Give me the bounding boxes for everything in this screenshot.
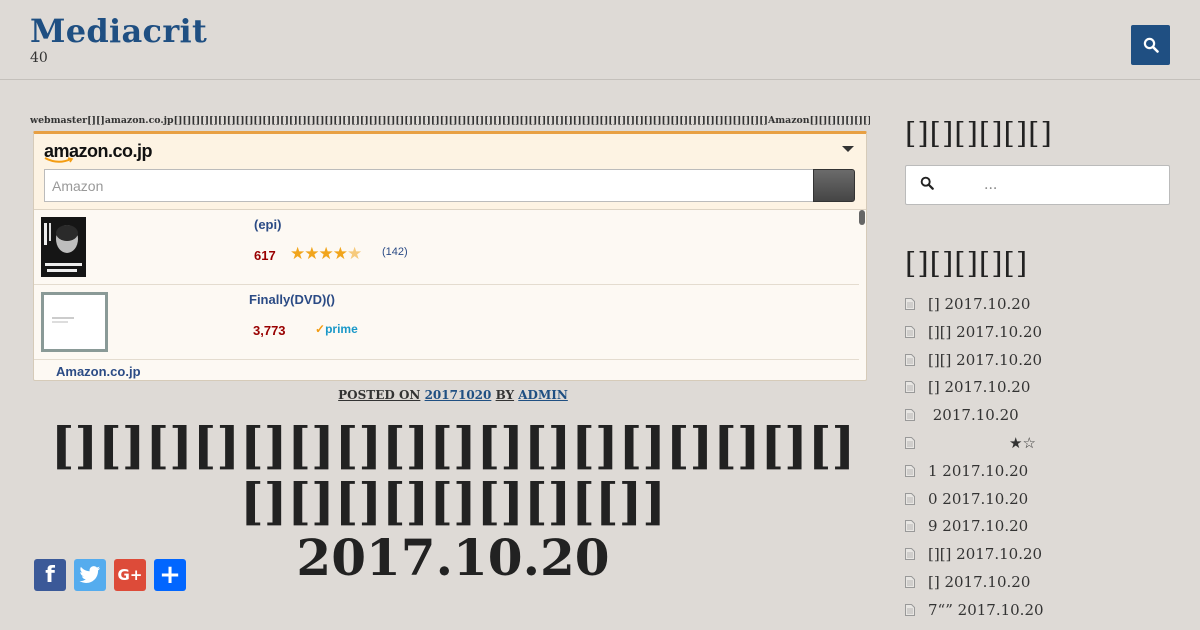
product-thumbnail[interactable]: [41, 292, 108, 352]
recent-post-title: [] 2017.10.20: [928, 378, 1031, 397]
recent-post-link[interactable]: ★☆: [905, 429, 1175, 457]
recent-post-title: [][] 2017.10.20: [928, 545, 1043, 564]
recent-post-title: 1 2017.10.20: [928, 461, 1029, 480]
plus-icon: +: [159, 560, 181, 590]
document-icon: [905, 575, 915, 588]
site-title[interactable]: Mediacrit: [30, 12, 207, 50]
googleplus-icon: G+: [117, 566, 143, 584]
document-icon: [905, 464, 915, 477]
recent-post-link[interactable]: 1 2017.10.20: [905, 457, 1175, 485]
recent-post-title: 0 2017.10.20: [928, 489, 1029, 508]
review-count[interactable]: (142): [382, 246, 408, 258]
product-item[interactable]: (epi) 617 ★★★★★ (142): [34, 210, 859, 285]
posted-on-label: POSTED ON: [338, 388, 421, 402]
author-link[interactable]: ADMIN: [518, 388, 568, 402]
recent-post-title: 2017.10.20: [928, 406, 1019, 425]
document-icon: [905, 548, 915, 561]
document-icon: [905, 436, 915, 449]
recent-post-title: ★☆: [928, 433, 1036, 452]
sidebar-search-heading: [][][][][][]: [905, 116, 1053, 150]
prime-check-icon: ✓: [315, 322, 326, 336]
widget-scrollbar[interactable]: [859, 210, 865, 225]
share-more-button[interactable]: +: [154, 559, 186, 591]
document-icon: [905, 603, 915, 616]
recent-post-link[interactable]: 7“” 2017.10.20: [905, 596, 1175, 624]
facebook-icon: f: [45, 562, 55, 588]
product-price: 617: [254, 248, 276, 263]
search-toggle-button[interactable]: [1131, 25, 1170, 65]
search-icon: [1143, 37, 1159, 53]
recent-post-link[interactable]: [][] 2017.10.20: [905, 346, 1175, 374]
recent-post-link[interactable]: 0 2017.10.20: [905, 485, 1175, 513]
amazon-search-input[interactable]: Amazon: [44, 169, 814, 202]
recent-posts-heading: [][][][][]: [905, 246, 1029, 280]
site-description: 40: [30, 50, 48, 66]
sidebar-search-input[interactable]: ...: [905, 165, 1170, 205]
product-title[interactable]: Finally(DVD)(): [249, 292, 335, 307]
post-meta: POSTED ON 20171020 BY ADMIN: [33, 388, 873, 402]
sidebar-search-placeholder: ...: [984, 177, 998, 193]
twitter-icon: [79, 566, 101, 583]
recent-posts-list: [] 2017.10.20 [][] 2017.10.20 [][] 2017.10…: [905, 290, 1175, 624]
document-icon: [905, 492, 915, 505]
twitter-share-button[interactable]: [74, 559, 106, 591]
product-title[interactable]: (epi): [254, 217, 281, 232]
recent-post-title: [][] 2017.10.20: [928, 322, 1043, 341]
recent-post-link[interactable]: [][] 2017.10.20: [905, 318, 1175, 346]
prime-badge: ✓prime: [315, 322, 358, 336]
recent-post-title: 9 2017.10.20: [928, 517, 1029, 536]
amazon-footer-link[interactable]: Amazon.co.jp: [56, 364, 141, 379]
product-thumbnail[interactable]: [41, 217, 86, 277]
facebook-share-button[interactable]: f: [34, 559, 66, 591]
recent-post-link[interactable]: [][] 2017.10.20: [905, 540, 1175, 568]
recent-post-link[interactable]: 9 2017.10.20: [905, 512, 1175, 540]
page-title-line1: [][][][][][][][][][][][][][][][][][][][]…: [50, 416, 856, 531]
googleplus-share-button[interactable]: G+: [114, 559, 146, 591]
dvd-cover-image: [44, 295, 105, 349]
recent-post-link[interactable]: 2017.10.20: [905, 401, 1175, 429]
product-price: 3,773: [253, 323, 286, 338]
site-header: Mediacrit 40: [0, 0, 1200, 80]
product-item[interactable]: Finally(DVD)() 3,773 ✓prime: [34, 285, 859, 360]
document-icon: [905, 520, 915, 533]
recent-post-title: [][] 2017.10.20: [928, 350, 1043, 369]
recent-post-title: 7“” 2017.10.20: [928, 600, 1044, 619]
amazon-disclaimer: webmaster[][]amazon.co.jp[][][][][][][][…: [30, 115, 870, 126]
recent-post-title: [] 2017.10.20: [928, 295, 1031, 313]
document-icon: [905, 325, 915, 338]
document-icon: [905, 409, 915, 422]
recent-post-link[interactable]: [] 2017.10.20: [905, 373, 1175, 401]
amazon-search-button[interactable]: [813, 169, 855, 202]
post-date-link[interactable]: 20171020: [425, 388, 492, 402]
chevron-down-icon[interactable]: [842, 146, 854, 152]
recent-post-title: [] 2017.10.20: [928, 572, 1031, 591]
document-icon: [905, 353, 915, 366]
by-label: BY: [495, 388, 515, 402]
recent-post-link[interactable]: [] 2017.10.20: [905, 290, 1175, 318]
document-icon: [905, 298, 915, 310]
recent-post-link[interactable]: [] 2017.10.20: [905, 568, 1175, 596]
document-icon: [905, 381, 915, 394]
amazon-widget-header: amazon.co.jp Amazon: [34, 134, 866, 210]
amazon-smile-icon: [44, 157, 74, 163]
star-rating-icon: ★★★★★: [290, 244, 362, 264]
amazon-widget: amazon.co.jp Amazon (epi) 617 ★★★★★ (142…: [33, 131, 867, 381]
search-icon: [920, 176, 934, 190]
book-cover-image: [41, 217, 86, 277]
